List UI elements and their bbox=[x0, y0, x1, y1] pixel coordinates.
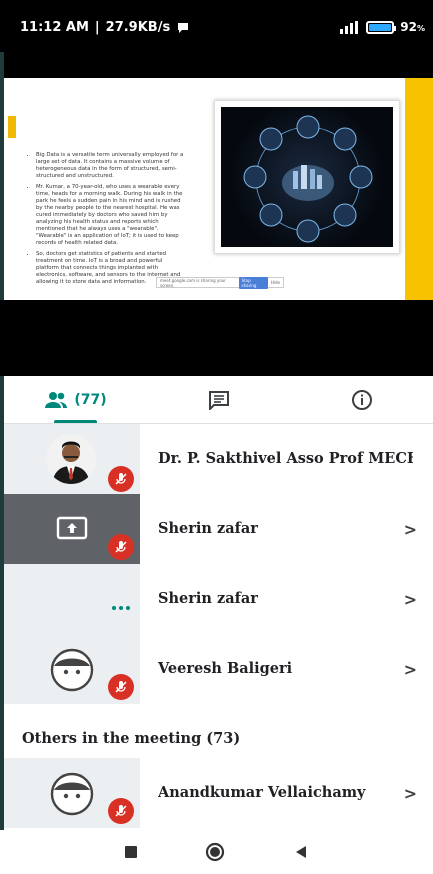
others-section-title: Others in the meeting (73) bbox=[22, 730, 241, 747]
status-left: 11:12 AM | 27.9KB/s bbox=[20, 20, 190, 35]
status-bar: 11:12 AM | 27.9KB/s 92% bbox=[0, 0, 433, 52]
slide-accent-left bbox=[8, 116, 16, 138]
chevron-right-icon[interactable]: > bbox=[404, 660, 417, 679]
tab-chat[interactable] bbox=[147, 376, 290, 423]
slide-text: Big Data is a versatile term universally… bbox=[28, 152, 184, 290]
chevron-right-icon[interactable]: > bbox=[404, 784, 417, 803]
slide-bullet: Mr. Kumar, a 70-year-old, who uses a wea… bbox=[36, 184, 184, 247]
back-button[interactable] bbox=[293, 844, 309, 860]
slide-bullet: Big Data is a versatile term universally… bbox=[36, 152, 184, 180]
iot-circle-graphic bbox=[243, 115, 373, 243]
participant-tile bbox=[4, 564, 140, 634]
home-button[interactable] bbox=[205, 842, 225, 862]
participant-tile bbox=[4, 494, 140, 564]
participant-name: Veeresh Baligeri bbox=[158, 660, 293, 677]
participant-tile bbox=[4, 424, 140, 494]
tab-bar: (77) bbox=[4, 376, 433, 424]
chat-icon bbox=[208, 390, 229, 410]
present-screen-icon bbox=[56, 516, 88, 540]
stop-sharing-button[interactable]: Stop sharing bbox=[238, 276, 268, 289]
participant-row[interactable]: Veeresh Baligeri > bbox=[4, 634, 433, 704]
speaking-dots-icon bbox=[112, 606, 130, 610]
participant-row[interactable]: Sherin zafar > bbox=[4, 564, 433, 634]
active-tab-indicator bbox=[54, 420, 97, 423]
network-speed: 27.9KB/s bbox=[105, 20, 171, 35]
participant-name: Dr. P. Sakthivel Asso Prof MECH (Y... bbox=[158, 450, 413, 467]
default-avatar-icon bbox=[50, 648, 94, 692]
chat-bubble-icon bbox=[178, 22, 189, 33]
mic-off-icon bbox=[108, 674, 134, 700]
tab-info[interactable] bbox=[290, 376, 433, 423]
mic-off-icon bbox=[108, 534, 134, 560]
people-icon bbox=[45, 391, 68, 408]
mic-off-icon bbox=[108, 798, 134, 824]
slide-accent-right bbox=[405, 78, 433, 300]
participant-row[interactable]: Anandkumar Vellaichamy > bbox=[4, 758, 433, 828]
status-time: 11:12 AM bbox=[20, 20, 89, 35]
mic-off-icon bbox=[108, 466, 134, 492]
presentation-screen[interactable]: Big Data is a versatile term universally… bbox=[4, 78, 433, 300]
avatar bbox=[46, 434, 96, 484]
participant-row[interactable]: Sherin zafar > bbox=[4, 494, 433, 564]
back-triangle-icon bbox=[296, 846, 307, 858]
chevron-right-icon[interactable]: > bbox=[404, 520, 417, 539]
chevron-right-icon[interactable]: > bbox=[404, 590, 417, 609]
iot-diagram-image bbox=[214, 100, 400, 254]
participant-name: Sherin zafar bbox=[158, 590, 258, 607]
sharing-message: meet.google.com is sharing your screen. bbox=[160, 277, 226, 288]
screen-sharing-bar: meet.google.com is sharing your screen. … bbox=[156, 276, 284, 289]
participant-tile bbox=[4, 634, 140, 704]
status-right: 92% bbox=[338, 20, 425, 34]
participant-tile bbox=[4, 758, 140, 828]
participant-name: Sherin zafar bbox=[158, 520, 258, 537]
default-avatar-icon bbox=[50, 772, 94, 816]
video-gap bbox=[0, 300, 433, 376]
signal-icon bbox=[340, 20, 359, 34]
tab-people[interactable]: (77) bbox=[4, 376, 147, 423]
square-icon bbox=[124, 846, 137, 858]
battery-percent: 92 bbox=[400, 20, 417, 34]
system-nav-bar bbox=[0, 830, 433, 874]
info-icon bbox=[351, 389, 372, 410]
battery-icon bbox=[366, 20, 397, 34]
participant-row[interactable]: Dr. P. Sakthivel Asso Prof MECH (Y... bbox=[4, 424, 433, 494]
circle-icon bbox=[206, 842, 225, 862]
people-count: (77) bbox=[74, 391, 107, 408]
hide-sharing-button[interactable]: Hide bbox=[271, 280, 280, 285]
participant-name: Anandkumar Vellaichamy bbox=[158, 784, 366, 801]
participant-list: Dr. P. Sakthivel Asso Prof MECH (Y... Sh… bbox=[4, 424, 433, 830]
recents-button[interactable] bbox=[124, 845, 138, 859]
